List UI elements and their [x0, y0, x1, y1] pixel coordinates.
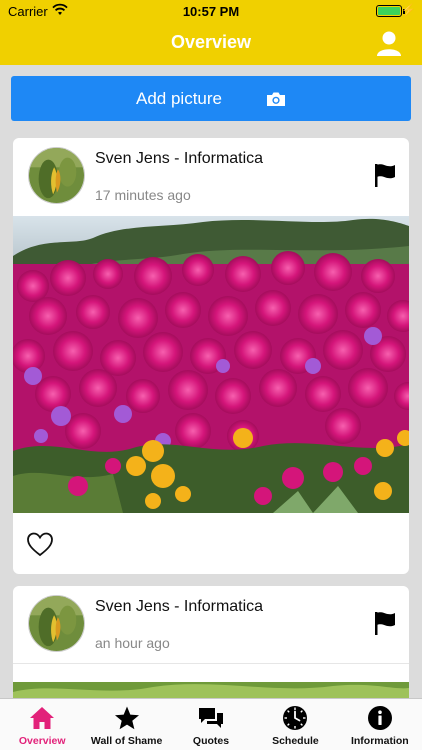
post-author: Sven Jens - Informatica [95, 598, 264, 615]
tab-quotes[interactable]: Quotes [169, 699, 253, 750]
clock-label: 10:57 PM [182, 4, 240, 19]
tab-information[interactable]: Information [338, 699, 422, 750]
page-title: Overview [170, 32, 252, 52]
info-icon [367, 706, 392, 730]
flag-icon[interactable] [373, 610, 397, 636]
charging-icon: ⚡ [401, 3, 416, 17]
star-icon [114, 706, 139, 730]
post-photo[interactable] [13, 216, 409, 513]
chat-icon [199, 708, 224, 728]
tab-label: Information [350, 735, 409, 747]
tab-label: Overview [18, 735, 66, 747]
tab-overview[interactable]: Overview [0, 699, 84, 750]
camera-icon [267, 92, 285, 106]
clock-icon [283, 706, 308, 730]
divider [13, 663, 409, 664]
tab-label: Schedule [272, 735, 319, 747]
post-card: Sven Jens - Informatica 17 minutes ago [13, 138, 409, 574]
avatar [28, 147, 85, 204]
tab-schedule[interactable]: Schedule [253, 699, 337, 750]
add-picture-label: Add picture [136, 88, 222, 108]
home-icon [30, 707, 55, 729]
tab-label: Quotes [192, 735, 230, 747]
heart-icon[interactable] [26, 531, 54, 557]
tab-bar: Overview Wall of Shame Quotes Schedule I… [0, 698, 422, 750]
profile-icon[interactable] [376, 30, 402, 56]
battery-icon [376, 5, 402, 17]
avatar [28, 595, 85, 652]
post-author: Sven Jens - Informatica [95, 150, 264, 167]
tab-wall-of-shame[interactable]: Wall of Shame [84, 699, 168, 750]
navigation-bar: Carrier 10:57 PM ⚡ Overview [0, 0, 422, 65]
post-timestamp: 17 minutes ago [95, 187, 191, 203]
flag-icon[interactable] [373, 162, 397, 188]
post-timestamp: an hour ago [95, 635, 170, 651]
add-picture-button[interactable]: Add picture [11, 76, 411, 121]
tab-label: Wall of Shame [90, 735, 163, 747]
status-bar: Carrier 10:57 PM ⚡ [0, 0, 422, 22]
